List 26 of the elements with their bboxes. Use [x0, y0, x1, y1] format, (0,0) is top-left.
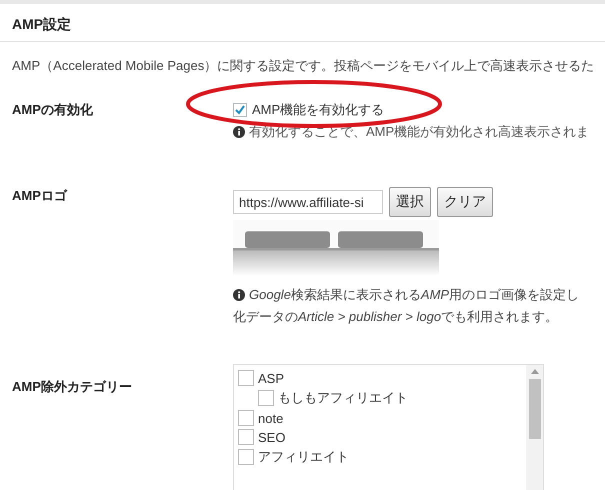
- scroll-up-arrow-icon[interactable]: [530, 369, 538, 374]
- checkbox[interactable]: [238, 410, 254, 426]
- field-label: AMPロゴ: [12, 187, 67, 205]
- section-title: AMP設定: [12, 16, 72, 34]
- field-label: AMP除外カテゴリー: [12, 378, 132, 396]
- checkbox[interactable]: [258, 390, 274, 406]
- checkbox[interactable]: [233, 103, 247, 117]
- description: AMP（Accelerated Mobile Pages）に関する設定です。投稿ページをモバイル上で高速表示させるた: [12, 58, 594, 73]
- info-icon: [233, 289, 245, 301]
- clear-button[interactable]: クリア: [437, 187, 493, 217]
- field-label: AMPの有効化: [12, 101, 93, 119]
- category-label: SEO: [258, 430, 286, 444]
- url-field[interactable]: https://www.affiliate-si: [233, 190, 383, 214]
- category-label: アフィリエイト: [258, 448, 349, 466]
- category-label: note: [258, 410, 284, 426]
- category-label: ASP: [258, 370, 284, 386]
- help-text: 化データのArticle > publisher > logoでも利用されます。: [233, 308, 558, 326]
- help-text: Google検索結果に表示されるAMP用のロゴ画像を設定し: [249, 286, 580, 304]
- checkbox[interactable]: [238, 370, 254, 386]
- scrollbar[interactable]: [526, 365, 543, 490]
- category-label: もしもアフィリエイト: [278, 389, 408, 407]
- checkbox[interactable]: [238, 429, 254, 445]
- select-button[interactable]: 選択: [389, 187, 431, 217]
- info-icon: [233, 126, 245, 138]
- checkbox[interactable]: [238, 449, 254, 465]
- checkbox-label[interactable]: AMP機能を有効化する: [252, 101, 384, 119]
